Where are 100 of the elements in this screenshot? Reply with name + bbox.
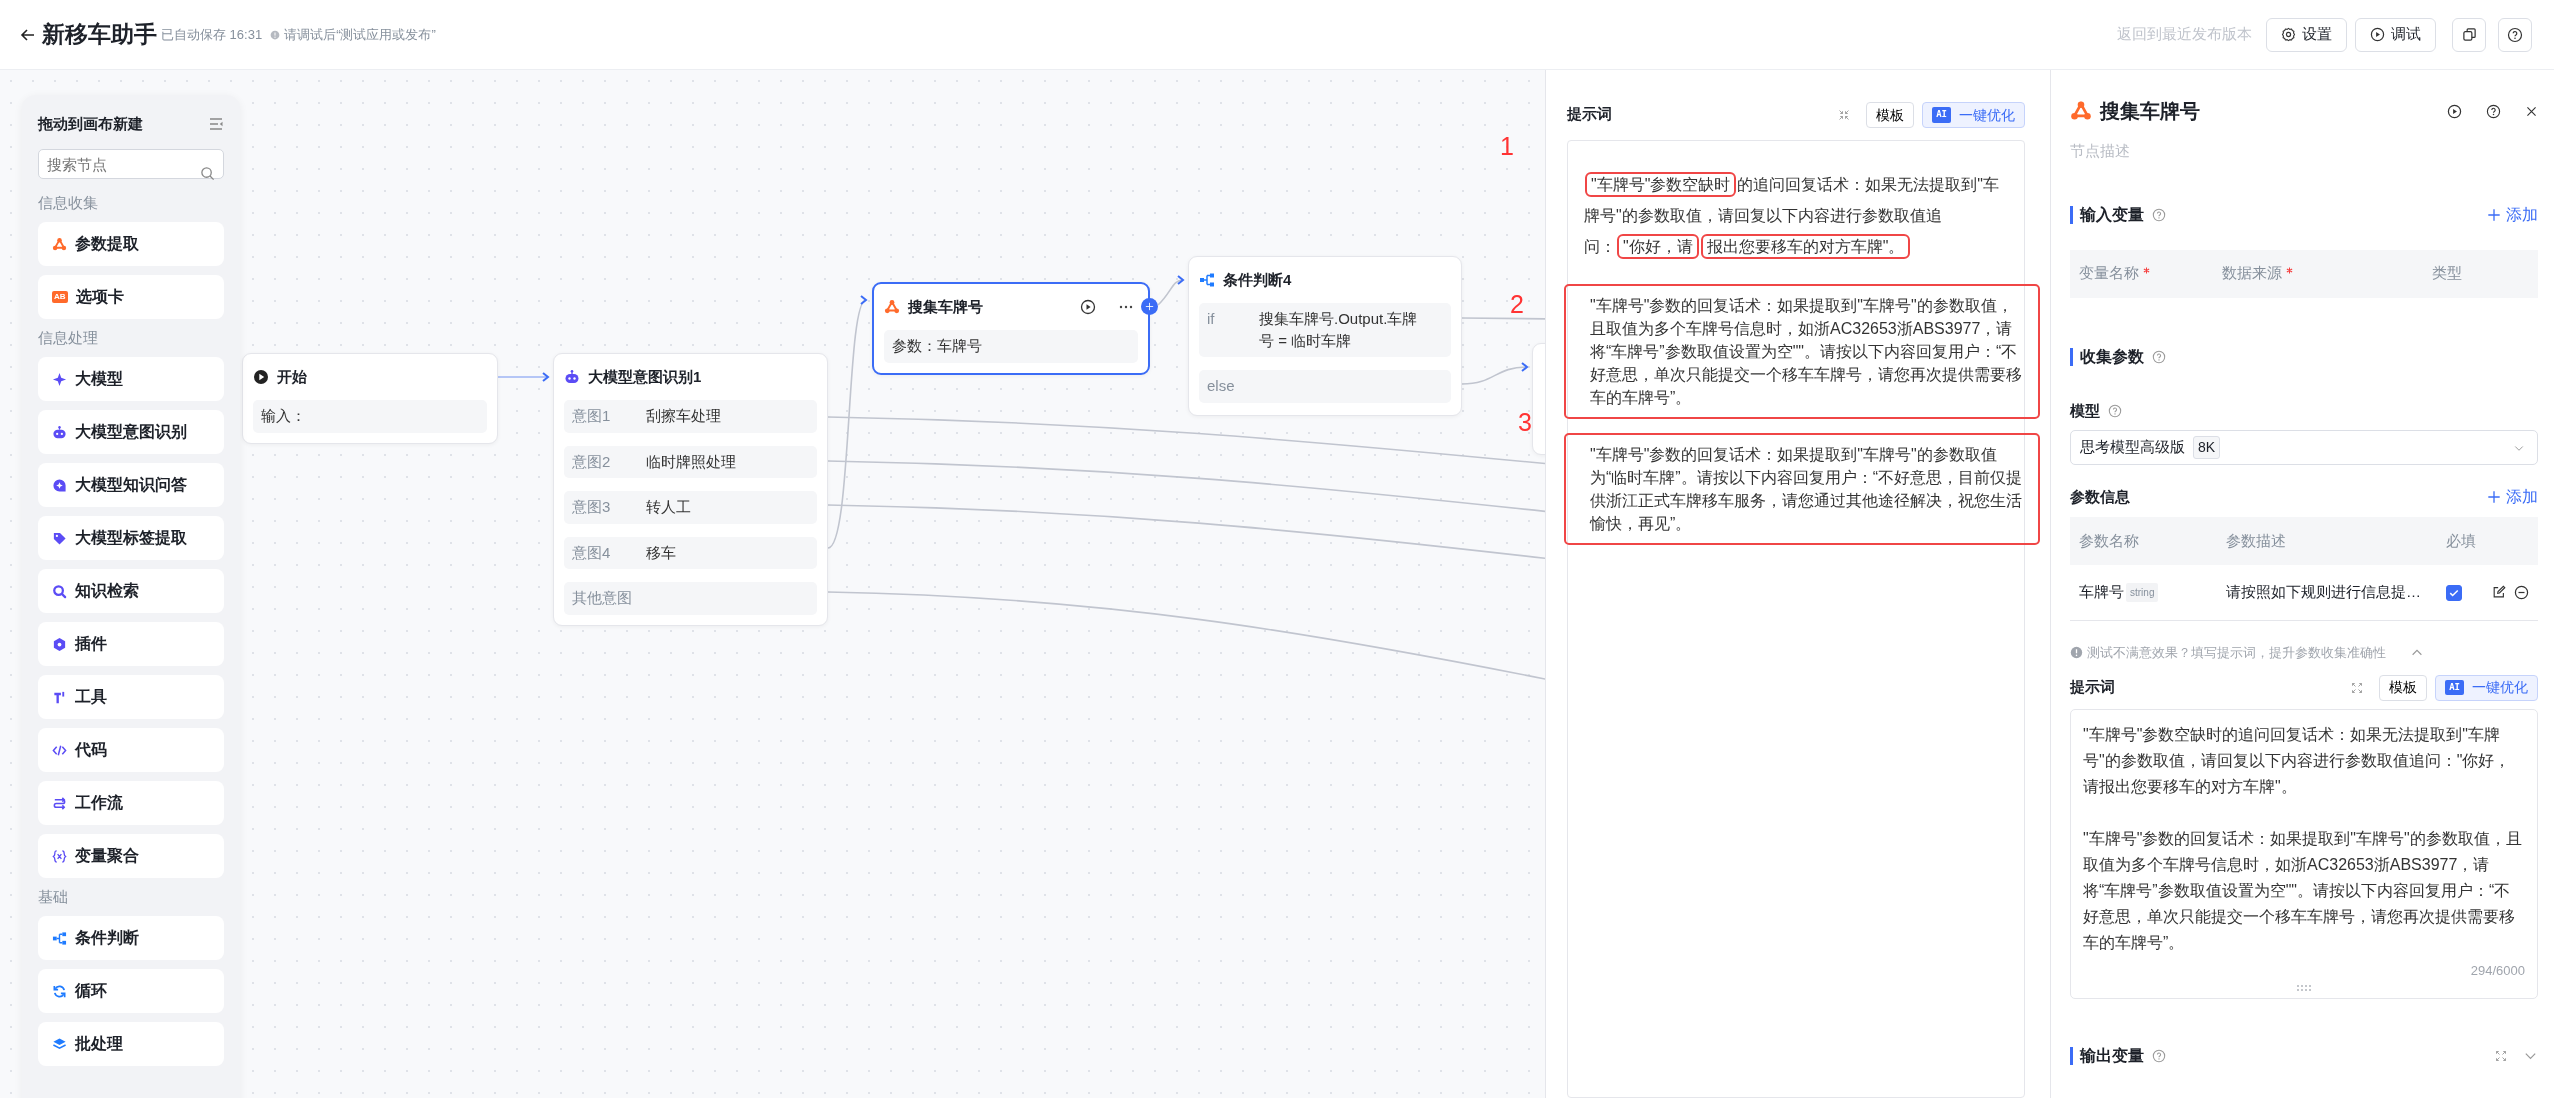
field-label: 模型 — [2070, 400, 2100, 421]
start-icon — [253, 369, 269, 385]
add-link[interactable]: 添加 — [2487, 202, 2538, 227]
row-value: 刮擦车处理 — [646, 406, 721, 426]
palette-item[interactable]: AB 选项卡 — [38, 275, 224, 319]
template-button[interactable]: 模板 — [2379, 674, 2428, 701]
column-header: 变量名称 — [2079, 263, 2139, 284]
tab-card-icon: AB — [52, 291, 68, 303]
workflow-node[interactable]: 大模型意图识别1 意图1 刮擦车处理 意图2 临时牌照处理 意图3 转人工 意图4 移车 其他意图 — [553, 353, 828, 626]
play-icon[interactable] — [2447, 103, 2462, 119]
info-icon — [2070, 646, 2083, 660]
connector-line — [1157, 275, 1184, 306]
context-tag: 8K — [2193, 436, 2221, 459]
column-header: 参数名称 — [2079, 530, 2140, 551]
palette-item[interactable]: 工具 — [38, 675, 224, 719]
prompt-paragraph: "车牌号"参数的回复话术：如果提取到"车牌号"的参数取值为“临时车牌”。请按以下内容回复用户：“不好意思，目前仅提供浙江正式车牌移车服务，请您通过其他途径解决，祝您生活愉快，再见”。 — [1564, 433, 2040, 545]
model-select[interactable]: 思考模型高级版 8K — [2070, 430, 2538, 465]
panel-title: 搜集车牌号 — [2100, 99, 2200, 124]
remove-icon[interactable] — [2514, 585, 2529, 600]
palette-item[interactable]: 大模型 — [38, 357, 224, 401]
palette-item[interactable]: 参数提取 — [38, 222, 224, 266]
gear-icon — [2281, 27, 2296, 42]
tag-icon — [52, 530, 67, 546]
row-label: 参数：车牌号 — [892, 336, 982, 356]
connector-line — [497, 372, 549, 382]
param-name: 车牌号 — [2079, 582, 2124, 603]
ai-optimize-button[interactable]: AI 一键优化 — [1922, 102, 2025, 128]
section-title: 收集参数 — [2070, 347, 2144, 366]
column-header: 数据来源 — [2222, 263, 2282, 284]
palette-item[interactable]: 大模型知识问答 — [38, 463, 224, 507]
sparkle-icon — [52, 371, 67, 387]
node-type-icon — [884, 299, 900, 315]
header-button[interactable]: 调试 — [2355, 17, 2436, 52]
search-field[interactable]: 搜索节点 — [38, 149, 224, 179]
publish-hint: 请调试后“测试应用或发布” — [284, 25, 436, 44]
layers-icon — [52, 1036, 67, 1052]
back-arrow-icon[interactable] — [20, 26, 36, 43]
collapse-icon[interactable] — [1838, 109, 1851, 121]
section-title: 输出变量 — [2070, 1046, 2144, 1065]
column-header: 必填 — [2446, 530, 2476, 551]
row-value: 移车 — [646, 542, 676, 563]
prompt-title: 提示词 — [1567, 103, 1612, 124]
copy-button[interactable] — [2452, 17, 2486, 52]
resize-grip-icon[interactable] — [2296, 983, 2312, 992]
annotation-number: 3 — [1518, 407, 1532, 438]
search-icon — [200, 166, 215, 181]
template-button[interactable]: 模板 — [1866, 102, 1915, 128]
hexagon-icon — [52, 636, 67, 652]
palette-item[interactable]: 插件 — [38, 622, 224, 666]
copy-icon — [2461, 27, 2477, 42]
collapse-icon[interactable] — [208, 116, 224, 132]
group-label: 信息处理 — [38, 328, 99, 348]
palette-item[interactable]: 变量聚合 — [38, 834, 224, 878]
row-label: 意图2 — [572, 451, 612, 472]
expand-icon[interactable] — [2351, 681, 2364, 694]
workflow-node[interactable]: 开始 输入： — [242, 353, 498, 444]
required-mark-icon — [2286, 267, 2293, 275]
palette-item[interactable]: 大模型意图识别 — [38, 410, 224, 454]
palette-item[interactable]: 循环 — [38, 969, 224, 1013]
required-checkbox[interactable] — [2446, 584, 2462, 601]
loop-icon — [52, 983, 67, 999]
prompt-editor[interactable] — [2070, 708, 2538, 999]
palette-item[interactable]: 大模型标签提取 — [38, 516, 224, 560]
robot-icon — [564, 369, 580, 385]
palette-item[interactable]: 代码 — [38, 728, 224, 772]
workflow-node[interactable]: 搜集车牌号 参数：车牌号 — [872, 282, 1150, 375]
plus-icon — [1145, 302, 1154, 311]
node-type-icon — [2070, 100, 2092, 122]
row-label: 输入： — [261, 406, 306, 426]
play-icon — [2370, 27, 2385, 42]
column-header: 参数描述 — [2226, 530, 2287, 551]
header-button[interactable]: 设置 — [2266, 17, 2347, 52]
info-icon — [270, 29, 281, 40]
play-icon[interactable] — [1080, 299, 1096, 315]
palette-item[interactable]: 知识检索 — [38, 569, 224, 613]
add-link[interactable]: 添加 — [2487, 485, 2538, 509]
palette-item[interactable]: 条件判断 — [38, 916, 224, 960]
prompt-paragraph: "车牌号"参数的回复话术：如果提取到"车牌号"的参数取值，且取值为多个车牌号信息时，如浙AC32653浙ABS3977，请将“车牌号”参数取值设置为空""。请按以下内容回复用户：“不好意思，单次只能提交一个移车车牌号，请您再次提供需要移车的车牌号”。 — [2083, 828, 2523, 953]
node-title: 开始 — [277, 366, 307, 387]
plus-icon — [2487, 207, 2501, 222]
magnifier-icon — [52, 583, 67, 599]
param-description: 请按照如下规则进行信息提… — [2226, 582, 2422, 603]
close-icon[interactable] — [2525, 104, 2538, 118]
branch-icon — [1199, 272, 1215, 288]
add-node-button[interactable] — [1141, 298, 1158, 315]
ai-optimize-button[interactable]: AI 一键优化 — [2435, 674, 2538, 701]
expand-icon[interactable] — [2495, 1049, 2507, 1062]
edit-icon[interactable] — [2492, 585, 2506, 599]
row-label: if — [1207, 309, 1216, 329]
palette-item[interactable]: 工作流 — [38, 781, 224, 825]
help-icon[interactable] — [2486, 103, 2501, 119]
field-label: 参数信息 — [2070, 486, 2130, 507]
palette-item[interactable]: 批处理 — [38, 1022, 224, 1066]
prompt-title: 提示词 — [2070, 677, 2115, 698]
help-button[interactable] — [2498, 17, 2532, 52]
section-title: 输入变量 — [2070, 205, 2144, 224]
workflow-node[interactable]: 条件判断4 if 搜集车牌号.Output.车牌号 = 临时车牌 else — [1188, 256, 1462, 416]
robot-icon — [52, 424, 67, 440]
workflow-icon — [52, 795, 67, 811]
node-type-icon — [52, 236, 67, 252]
